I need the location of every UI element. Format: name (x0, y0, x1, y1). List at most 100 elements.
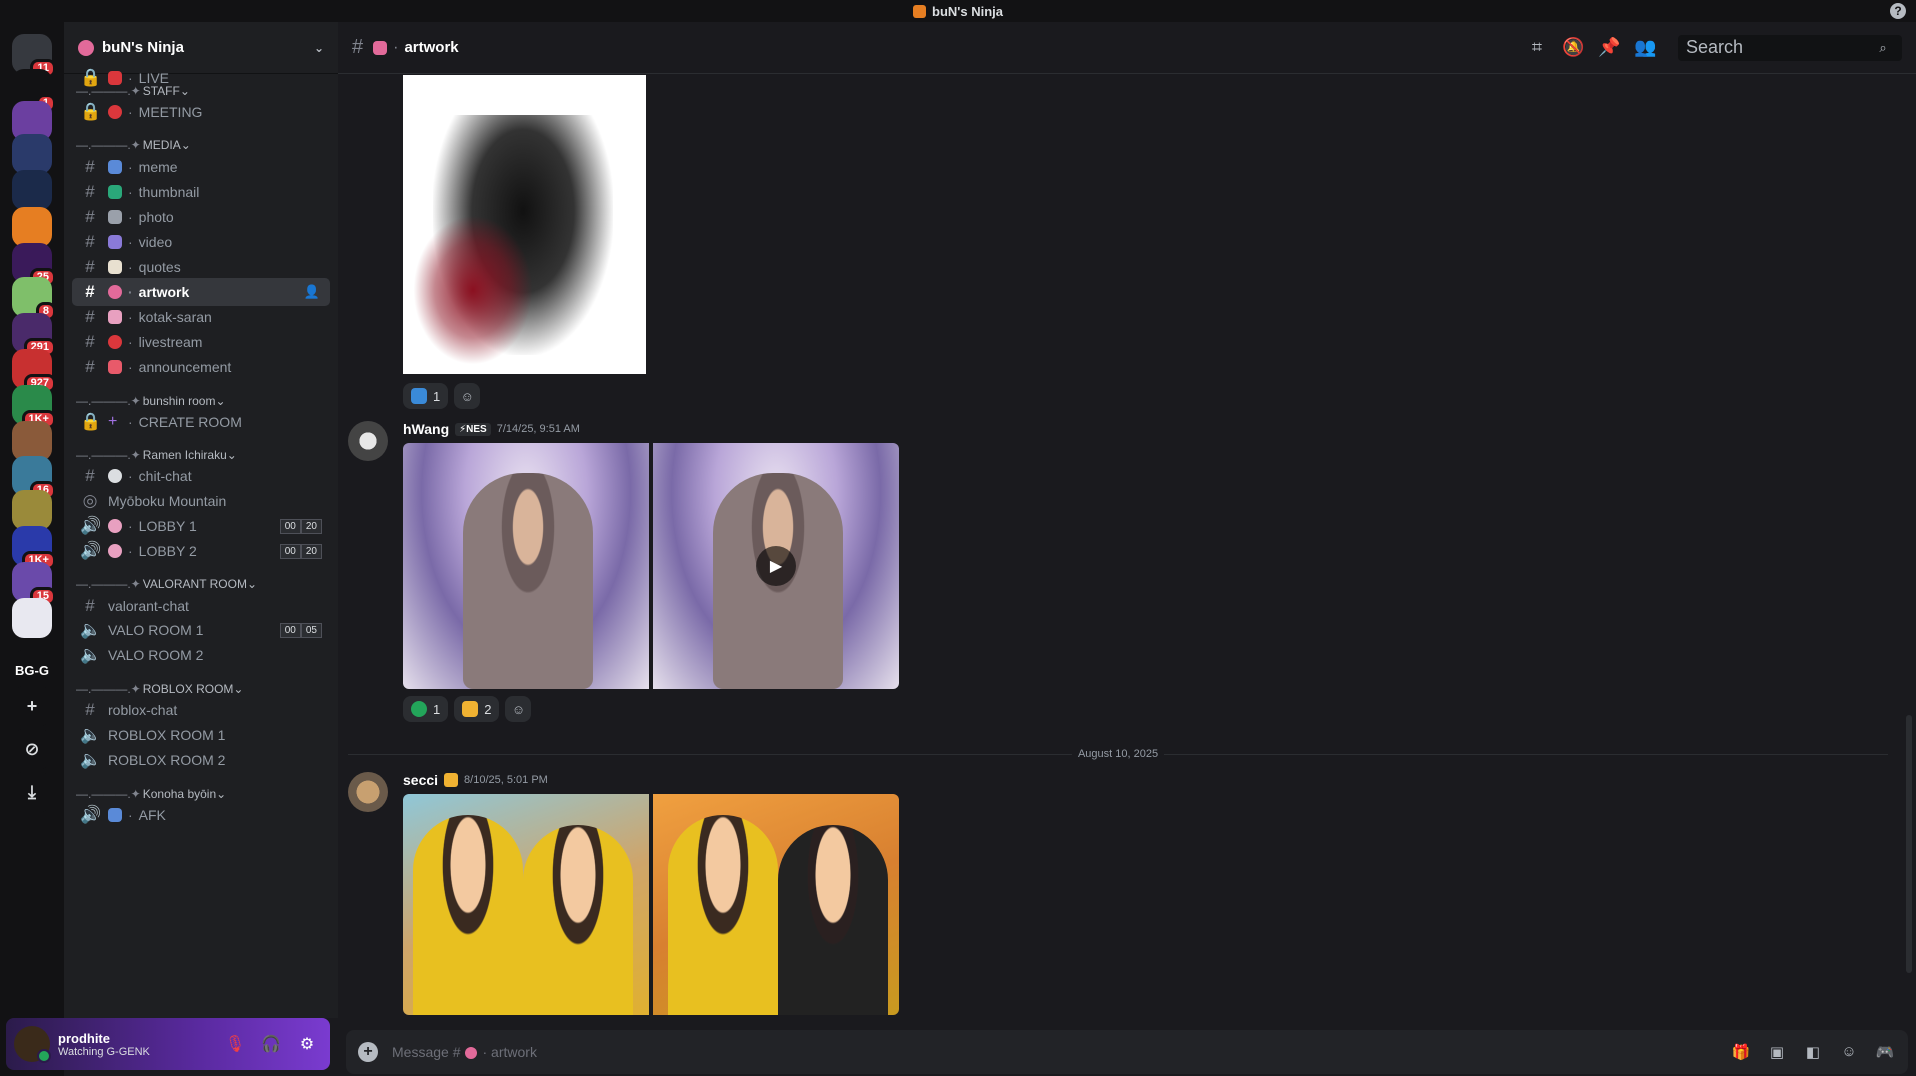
gif-icon[interactable]: ▣ (1766, 1043, 1788, 1061)
sticker-icon[interactable]: ◧ (1802, 1043, 1824, 1061)
play-icon[interactable]: ▶ (756, 546, 796, 586)
user-info[interactable]: prodhite Watching G-GENK (58, 1031, 150, 1058)
reaction[interactable]: 2 (454, 696, 500, 722)
search-input[interactable]: Search ⌕ (1678, 34, 1902, 61)
discord-home[interactable]: 11 (12, 34, 56, 78)
palette-emoji-icon (373, 40, 388, 55)
red-circle-icon (108, 335, 122, 349)
message-composer[interactable]: + Message # · artwork 🎁 ▣ ◧ ☺ 🎮 (346, 1030, 1908, 1074)
category-valorant-room[interactable]: —.———.✦ VALORANT ROOM ⌄ (76, 577, 257, 591)
reaction[interactable]: 1 (403, 383, 449, 409)
server-bgg[interactable]: BG-G (12, 650, 52, 690)
server-yellow[interactable] (12, 490, 52, 530)
add-server-icon[interactable]: + (12, 686, 52, 726)
hash-icon: # (85, 307, 95, 326)
gift-icon[interactable]: 🎁 (1730, 1043, 1752, 1061)
lock-icon: 🔒 (80, 412, 102, 431)
avatar[interactable] (348, 421, 388, 461)
reaction-emoji-icon (411, 388, 427, 404)
headphones-icon[interactable]: 🎧 (256, 1029, 286, 1059)
gamepad-icon[interactable]: 🎮 (1874, 1043, 1896, 1061)
channel-photo[interactable]: # · photo (72, 203, 330, 231)
server-stage[interactable]: 291 (12, 313, 56, 357)
avatar[interactable] (14, 1026, 51, 1063)
pin-icon[interactable]: 📌 (1598, 37, 1620, 58)
mailbox-emoji-icon (108, 310, 122, 324)
members-icon[interactable]: 👥 (1634, 37, 1656, 58)
plus-icon[interactable]: + (358, 1042, 378, 1062)
gear-icon[interactable]: ⚙ (292, 1029, 322, 1059)
category-konoha-byoin[interactable]: —.———.✦ Konoha byōin ⌄ (76, 787, 226, 801)
voice-counts: 00 05 (279, 622, 322, 638)
channel-myoboku-mountain[interactable]: ◎ Myōboku Mountain (72, 487, 330, 515)
author-name[interactable]: secci (403, 772, 438, 788)
message-input[interactable]: Message # · artwork (392, 1044, 537, 1060)
channel-afk[interactable]: 🔊 · AFK (72, 801, 330, 829)
channel-valo-room-2[interactable]: 🔈 VALO ROOM 2 (72, 641, 330, 669)
chevron-down-icon[interactable]: ⌄ (314, 41, 324, 55)
attachment-image[interactable] (403, 75, 646, 374)
category-roblox-room[interactable]: —.———.✦ ROBLOX ROOM ⌄ (76, 682, 243, 696)
category-bunshin-room[interactable]: —.———.✦ bunshin room ⌄ (76, 394, 226, 408)
author-name[interactable]: hWang (403, 421, 449, 437)
server-green[interactable]: 1K+ (12, 385, 56, 429)
channel-video[interactable]: # · video (72, 228, 330, 256)
channel-create-room[interactable]: 🔒 + · CREATE ROOM (72, 408, 330, 436)
channel-roblox-room-1[interactable]: 🔈 ROBLOX ROOM 1 (72, 721, 330, 749)
channel-livestream[interactable]: # · livestream (72, 328, 330, 356)
notification-bell-muted-icon[interactable]: 🔕 (1562, 37, 1584, 58)
attachment-image[interactable] (403, 443, 649, 689)
channel-announcement[interactable]: # · announcement (72, 353, 330, 381)
add-reaction-icon[interactable]: ☺ (505, 696, 532, 722)
attachment-video[interactable]: ▶ (653, 443, 899, 689)
server-pokemon[interactable]: 927 (12, 349, 56, 393)
channel-meeting[interactable]: 🔒 · MEETING (72, 98, 330, 126)
channel-valo-room-1[interactable]: 🔈 VALO ROOM 1 00 05 (72, 616, 330, 644)
channel-roblox-chat[interactable]: # roblox-chat (72, 696, 330, 724)
timestamp: 7/14/25, 9:51 AM (496, 423, 580, 435)
server-bun-ninja[interactable] (12, 207, 52, 247)
server-anime[interactable]: 8 (12, 277, 56, 321)
meme-emoji-icon (108, 160, 122, 174)
threads-icon[interactable]: ⌗ (1526, 37, 1548, 58)
category-ramen-ichiraku[interactable]: —.———.✦ Ramen Ichiraku ⌄ (76, 448, 237, 462)
category-media[interactable]: —.———.✦ MEDIA ⌄ (76, 138, 191, 152)
window-titlebar: buN's Ninja ? (0, 0, 1916, 22)
avatar[interactable] (348, 772, 388, 812)
channel-roblox-room-2[interactable]: 🔈 ROBLOX ROOM 2 (72, 746, 330, 774)
channel-sidebar: buN's Ninja ⌄ 🔒 · LIVE —.———.✦ STAFF ⌄ 🔒 · ME… (64, 22, 338, 1018)
channel-quotes[interactable]: # · quotes (72, 253, 330, 281)
download-icon[interactable]: ⤓ (12, 772, 52, 812)
mic-muted-icon[interactable]: 🎙 (220, 1029, 250, 1059)
add-reaction-icon[interactable]: ☺ (454, 383, 481, 409)
add-member-icon[interactable]: 👤 (304, 284, 320, 300)
attachment-image[interactable] (403, 794, 649, 1015)
reaction[interactable]: 1 (403, 696, 449, 722)
server-photo[interactable] (12, 421, 52, 461)
category-staff[interactable]: —.———.✦ STAFF ⌄ (76, 84, 190, 98)
channel-lobby-2[interactable]: 🔊 · LOBBY 2 00 20 (72, 537, 330, 565)
sleep-emoji-icon (108, 808, 122, 822)
server-game[interactable] (12, 134, 52, 174)
reaction-bar: 1 ☺ (403, 383, 481, 409)
scrollbar[interactable] (1906, 715, 1912, 973)
channel-kotak-saran[interactable]: # · kotak-saran (72, 303, 330, 331)
channel-artwork[interactable]: # · artwork 👤 (72, 278, 330, 306)
attachment-image[interactable] (653, 794, 899, 1015)
help-icon[interactable]: ? (1890, 3, 1906, 19)
server-symbol[interactable] (12, 170, 52, 210)
channel-meme[interactable]: # · meme (72, 153, 330, 181)
user-panel: prodhite Watching G-GENK 🎙 🎧 ⚙ (6, 1018, 330, 1070)
channel-thumbnail[interactable]: # · thumbnail (72, 178, 330, 206)
discover-icon[interactable]: ⊘ (12, 729, 52, 769)
channel-chit-chat[interactable]: # · chit-chat (72, 462, 330, 490)
thread-hash-icon: # (85, 700, 95, 719)
header-toolbar: ⌗ 🔕 📌 👥 Search ⌕ (1526, 34, 1902, 61)
server-blue[interactable]: 1K+ (12, 526, 56, 570)
hash-icon: # (85, 232, 95, 251)
server-light[interactable] (12, 598, 52, 638)
emoji-icon[interactable]: ☺ (1838, 1043, 1860, 1061)
server-purple[interactable]: 15 (12, 562, 56, 606)
channel-lobby-1[interactable]: 🔊 · LOBBY 1 00 20 (72, 512, 330, 540)
guild-tag[interactable]: ⚡NES (455, 422, 491, 436)
